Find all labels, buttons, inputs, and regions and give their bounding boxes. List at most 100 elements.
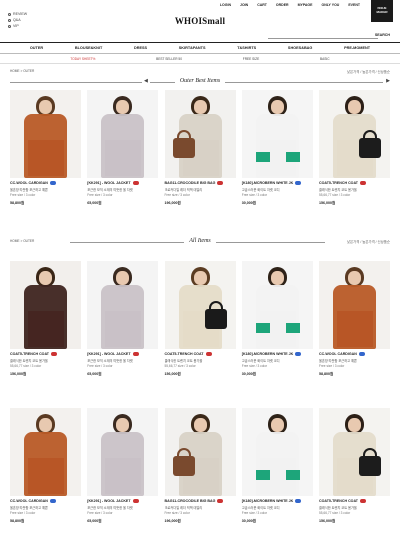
product-card[interactable]: [K180]-MCROBERN WHITE JK 고급스러운 화이트 자켓 코디 F…: [241, 408, 313, 524]
product-image[interactable]: [164, 90, 236, 178]
product-name-text: [K180]-MCROBERN WHITE JK: [241, 499, 294, 503]
product-name[interactable]: BAG11-CROCODILE BIG BAG: [165, 499, 236, 503]
product-size: 55,66,77 size / 3 color: [164, 364, 196, 368]
product-card[interactable]: [KK291] - WOOL JACKET 포근한 모직 소재의 따뜻한 울 자켓…: [87, 261, 159, 377]
product-name-text: COAT5-TRENCH COAT: [319, 181, 358, 185]
product-row-3: CC-WOOL CARDIGAN 울혼방 따뜻함 포근하고 예쁜 Free size…: [10, 408, 390, 524]
only-you-link[interactable]: ONLY YOU: [321, 3, 339, 7]
nav-blouse-knit[interactable]: BLOUSE&KNIT: [75, 46, 102, 50]
product-size: 55,66,77 size / 3 color: [10, 364, 42, 368]
product-name[interactable]: COAT5-TRENCH COAT: [319, 499, 390, 503]
subnav-basic[interactable]: BASIC: [320, 57, 330, 61]
new-tag-icon: [132, 181, 139, 185]
product-image[interactable]: [10, 90, 81, 178]
product-price: 65,000원: [87, 201, 102, 205]
sub-nav: TODAY SHEET% BEST SELLER 50 FREE SIZE BA…: [0, 54, 400, 64]
product-card[interactable]: COAT5-TRENCH COAT 클래식한 트렌치 코트 봄가을 55,66,77…: [164, 261, 236, 377]
product-card[interactable]: BAG11-CROCODILE BIG BAG 크로커다일 레더 빅백 데일리 Fr…: [164, 90, 236, 206]
main-nav: OUTER BLOUSE&KNIT DRESS SKIRT&PANTS T&SH…: [0, 42, 400, 54]
sort-options[interactable]: 낮은가격 / 높은가격 / 신상품순: [347, 69, 390, 74]
product-image[interactable]: [10, 408, 81, 496]
subnav-free-size[interactable]: FREE SIZE: [243, 57, 259, 61]
mypage-link[interactable]: MYPAGE: [298, 3, 313, 7]
product-card[interactable]: [KK291] - WOOL JACKET 포근한 모직 소재의 따뜻한 울 자켓…: [87, 408, 159, 524]
product-description: 포근한 모직 소재의 따뜻한 울 자켓: [87, 506, 133, 510]
product-name-text: [KK291] - WOOL JACKET: [87, 181, 131, 185]
product-image[interactable]: [87, 408, 159, 496]
product-name[interactable]: [KK291] - WOOL JACKET: [87, 352, 158, 356]
new-tag-icon: [49, 499, 56, 503]
product-card[interactable]: [K180]-MCROBERN WHITE JK 고급스러운 화이트 자켓 코디 F…: [241, 261, 313, 377]
event-link[interactable]: EVENT: [348, 3, 360, 7]
product-name[interactable]: [K180]-MCROBERN WHITE JK: [242, 181, 313, 185]
order-link[interactable]: ORDER: [276, 3, 289, 7]
product-size: Free size / 3 color: [87, 193, 113, 197]
product-name[interactable]: COAT5-TRENCH COAT: [319, 181, 390, 185]
product-image[interactable]: [164, 261, 236, 349]
product-name-text: CC-WOOL CARDIGAN: [10, 499, 48, 503]
join-link[interactable]: JOIN: [240, 3, 248, 7]
product-image[interactable]: [319, 261, 390, 349]
product-name[interactable]: [KK291] - WOOL JACKET: [87, 181, 158, 185]
best-items-title: Outer Best Items: [174, 78, 226, 84]
product-image[interactable]: [319, 90, 390, 178]
product-name[interactable]: CC-WOOL CARDIGAN: [10, 181, 81, 185]
product-name[interactable]: [K180]-MCROBERN WHITE JK: [242, 352, 313, 356]
search-button[interactable]: SEARCH: [375, 33, 390, 37]
all-items-title: All Items: [184, 238, 216, 244]
product-card[interactable]: BAG11-CROCODILE BIG BAG 크로커다일 레더 빅백 데일리 Fr…: [164, 408, 236, 524]
product-card[interactable]: COAT5-TRENCH COAT 클래식한 트렌치 코트 봄가을 55,66,77…: [319, 90, 390, 206]
site-logo[interactable]: WHOISmall: [0, 16, 400, 26]
cart-link[interactable]: CART: [257, 3, 267, 7]
product-name[interactable]: COAT5-TRENCH COAT: [10, 352, 81, 356]
product-name[interactable]: BAG11-CROCODILE BIG BAG: [165, 181, 236, 185]
product-image[interactable]: [241, 261, 313, 349]
product-name[interactable]: CC-WOOL CARDIGAN: [319, 352, 390, 356]
product-name-text: BAG11-CROCODILE BIG BAG: [164, 499, 216, 503]
nav-dress[interactable]: DRESS: [134, 46, 147, 50]
subnav-best-seller[interactable]: BEST SELLER 50: [156, 57, 182, 61]
product-image[interactable]: [10, 261, 81, 349]
product-description: 울혼방 따뜻함 포근하고 예쁜: [319, 359, 357, 363]
product-description: 클래식한 트렌치 코트 봄가을: [319, 188, 357, 192]
product-image[interactable]: [164, 408, 236, 496]
product-name[interactable]: [KK291] - WOOL JACKET: [87, 499, 158, 503]
product-image[interactable]: [87, 90, 159, 178]
product-name-text: [K180]-MCROBERN WHITE JK: [241, 352, 294, 356]
product-card[interactable]: CC-WOOL CARDIGAN 울혼방 따뜻함 포근하고 예쁜 Free size…: [10, 408, 81, 524]
next-arrow-icon[interactable]: ▶: [383, 78, 390, 84]
new-tag-icon: [295, 181, 302, 185]
product-image[interactable]: [241, 90, 313, 178]
product-price: 58,800원: [10, 519, 25, 523]
new-tag-icon: [295, 499, 302, 503]
search-input[interactable]: [268, 36, 378, 39]
nav-skirt-pants[interactable]: SKIRT&PANTS: [179, 46, 206, 50]
product-card[interactable]: CC-WOOL CARDIGAN 울혼방 따뜻함 포근하고 예쁜 Free size…: [319, 261, 390, 377]
product-name[interactable]: [K180]-MCROBERN WHITE JK: [242, 499, 313, 503]
nav-pre-moment[interactable]: PRE-MOMENT: [344, 46, 370, 50]
login-link[interactable]: LOGIN: [220, 3, 231, 7]
nav-t-shirts[interactable]: T&SHIRTS: [237, 46, 256, 50]
product-name-text: COAT5-TRENCH COAT: [319, 499, 358, 503]
nav-shoes-bag[interactable]: SHOES&BAG: [288, 46, 312, 50]
nav-outer[interactable]: OUTER: [30, 46, 43, 50]
issue-maker-badge[interactable]: ISSUE MAKER: [371, 0, 393, 22]
product-size: Free size / 3 color: [241, 364, 268, 368]
product-name-text: [K180]-MCROBERN WHITE JK: [241, 181, 294, 185]
product-name[interactable]: COAT5-TRENCH COAT: [165, 352, 236, 356]
product-card[interactable]: COAT5-TRENCH COAT 클래식한 트렌치 코트 봄가을 55,66,77…: [10, 261, 81, 377]
product-image[interactable]: [87, 261, 159, 349]
product-card[interactable]: [K180]-MCROBERN WHITE JK 고급스러운 화이트 자켓 코디 F…: [241, 90, 313, 206]
product-image[interactable]: [319, 408, 390, 496]
product-size: Free size / 3 color: [87, 511, 113, 515]
product-name[interactable]: CC-WOOL CARDIGAN: [10, 499, 81, 503]
product-size: Free size / 3 color: [10, 511, 36, 515]
product-description: 클래식한 트렌치 코트 봄가을: [164, 359, 203, 363]
product-card[interactable]: CC-WOOL CARDIGAN 울혼방 따뜻함 포근하고 예쁜 Free size…: [10, 90, 81, 206]
product-card[interactable]: [KK291] - WOOL JACKET 포근한 모직 소재의 따뜻한 울 자켓…: [87, 90, 159, 206]
new-tag-icon: [360, 499, 366, 503]
product-card[interactable]: COAT5-TRENCH COAT 클래식한 트렌치 코트 봄가을 55,66,77…: [319, 408, 390, 524]
product-size: Free size / 3 color: [241, 511, 268, 515]
subnav-today-sheet[interactable]: TODAY SHEET%: [70, 57, 95, 61]
product-image[interactable]: [241, 408, 313, 496]
